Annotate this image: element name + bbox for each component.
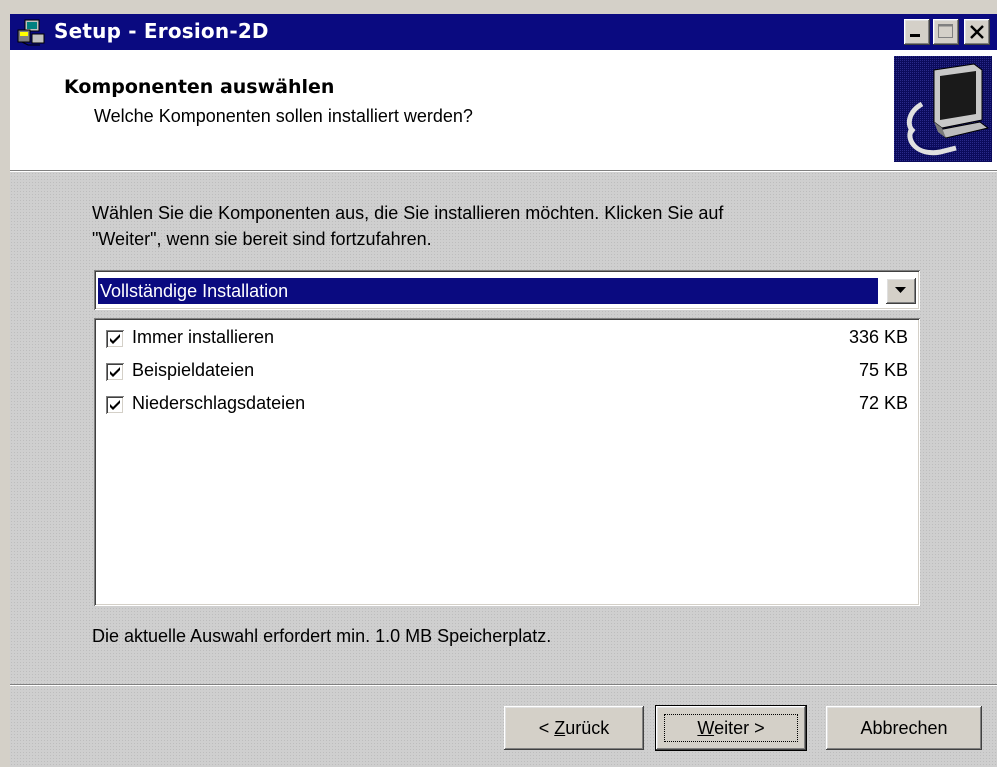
- computer-install-icon: [894, 56, 992, 162]
- install-type-dropdown[interactable]: Vollständige Installation: [94, 270, 920, 310]
- page-title: Komponenten auswählen: [64, 76, 335, 98]
- next-button[interactable]: Weiter >: [656, 706, 806, 750]
- component-checkbox[interactable]: [106, 363, 124, 381]
- cancel-button[interactable]: Abbrechen: [826, 706, 982, 750]
- back-button-accelerator: Z: [554, 718, 566, 738]
- space-required-text: Die aktuelle Auswahl erfordert min. 1.0 …: [92, 626, 552, 646]
- back-button-prefix: <: [538, 718, 555, 738]
- maximize-button[interactable]: [933, 19, 959, 45]
- checkmark-icon: [110, 400, 120, 410]
- minimize-icon: [910, 34, 920, 37]
- back-button-label: urück: [565, 718, 610, 738]
- component-size: 75 KB: [858, 360, 908, 380]
- window-title: Setup - Erosion-2D: [54, 19, 269, 43]
- component-size: 72 KB: [858, 393, 908, 413]
- checkmark-icon: [110, 334, 120, 344]
- chevron-down-icon: [895, 287, 906, 293]
- component-label: Niederschlagsdateien: [132, 393, 306, 413]
- wizard-header: Komponenten auswählen Welche Komponenten…: [10, 50, 997, 170]
- component-checkbox[interactable]: [106, 396, 124, 414]
- dropdown-arrow-button[interactable]: [886, 278, 916, 304]
- close-icon: [970, 25, 984, 39]
- component-label: Immer installieren: [132, 327, 275, 347]
- maximize-icon: [938, 24, 953, 38]
- checkmark-icon: [110, 367, 120, 377]
- list-item-niederschlagsdateien[interactable]: Niederschlagsdateien 72 KB: [102, 390, 912, 420]
- list-item-immer-installieren[interactable]: Immer installieren 336 KB: [102, 324, 912, 354]
- component-checkbox[interactable]: [106, 330, 124, 348]
- component-label: Beispieldateien: [132, 360, 255, 380]
- instructions-line-1: Wählen Sie die Komponenten aus, die Sie …: [92, 203, 724, 223]
- title-bar[interactable]: Setup - Erosion-2D: [10, 14, 997, 50]
- cancel-button-label: Abbrechen: [860, 718, 948, 738]
- instructions-text: Wählen Sie die Komponenten aus, die Sie …: [92, 200, 892, 252]
- next-button-label: eiter >: [714, 718, 765, 738]
- back-button[interactable]: < Zurück: [504, 706, 644, 750]
- component-size: 336 KB: [848, 327, 908, 347]
- list-item-beispieldateien[interactable]: Beispieldateien 75 KB: [102, 357, 912, 387]
- close-button[interactable]: [964, 19, 990, 45]
- minimize-button[interactable]: [904, 19, 930, 45]
- components-list[interactable]: Immer installieren 336 KB Beispieldateie…: [94, 318, 920, 606]
- next-button-accelerator: W: [697, 718, 715, 738]
- setup-window: Setup - Erosion-2D Komponenten auswählen…: [0, 0, 997, 767]
- footer-divider: [10, 684, 997, 686]
- page-subtitle: Welche Komponenten sollen installiert we…: [94, 106, 473, 126]
- setup-installer-icon: [17, 19, 45, 46]
- install-type-selected[interactable]: Vollständige Installation: [98, 278, 878, 304]
- instructions-line-2: "Weiter", wenn sie bereit sind fortzufah…: [92, 229, 432, 249]
